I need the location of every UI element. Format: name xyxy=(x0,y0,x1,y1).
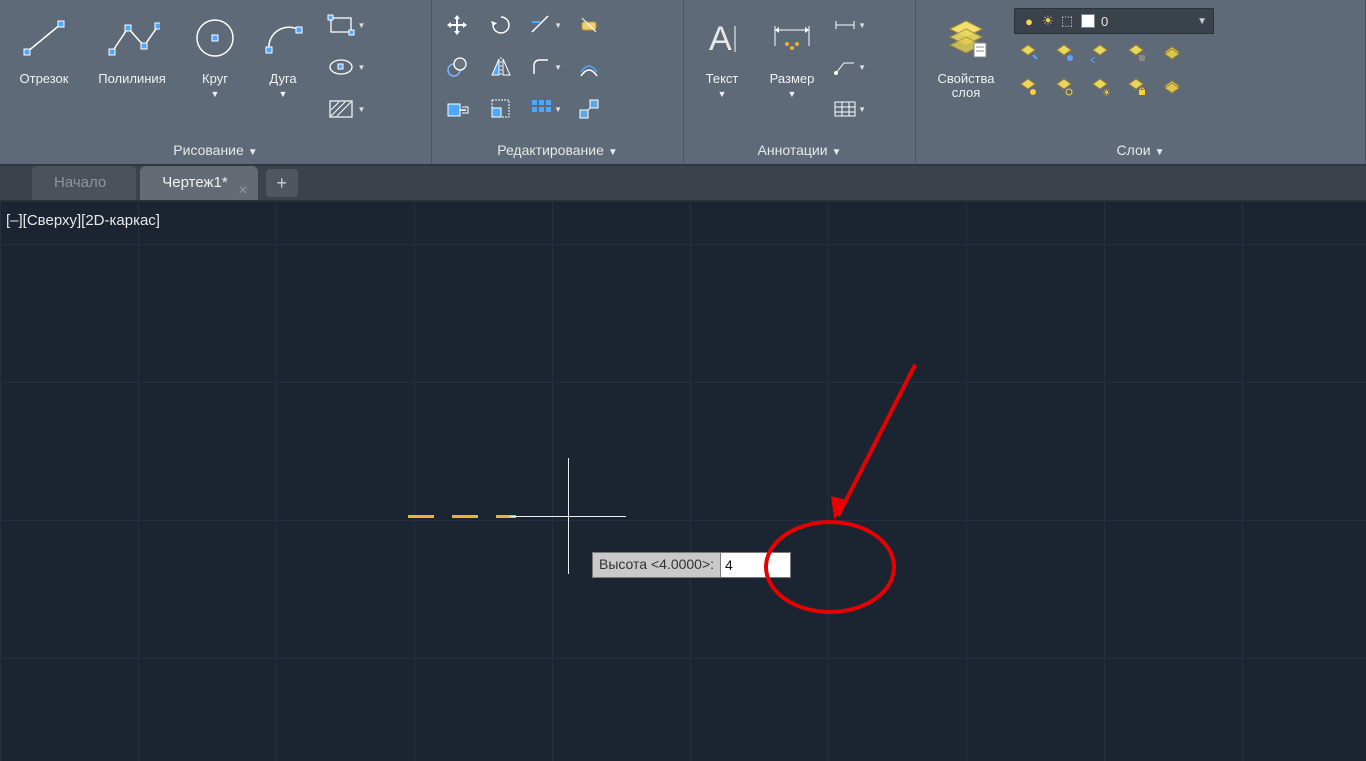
arc-label: Дуга▼ xyxy=(269,72,296,101)
svg-text:☀: ☀ xyxy=(1102,88,1111,97)
layer-thaw-button[interactable]: ☀ xyxy=(1086,74,1114,100)
offset-button[interactable] xyxy=(572,50,606,84)
linear-dim-button[interactable]: ▼ xyxy=(832,8,866,42)
layer-dropdown[interactable]: ● ☀ ⬚ 0 ▼ xyxy=(1014,8,1214,34)
mirror-button[interactable] xyxy=(484,50,518,84)
layer-properties-label: Свойства слоя xyxy=(937,72,994,101)
tab-drawing1[interactable]: Чертеж1* × xyxy=(140,166,257,200)
layer-unlock-button[interactable] xyxy=(1158,74,1186,100)
erase-button[interactable] xyxy=(572,8,606,42)
layer-freeze-button[interactable] xyxy=(1158,40,1186,66)
ellipse-button[interactable]: ▼ xyxy=(324,50,368,84)
table-button[interactable]: ▼ xyxy=(832,92,866,126)
lock-open-icon: ⬚ xyxy=(1059,13,1075,29)
line-label: Отрезок xyxy=(20,72,69,86)
panel-edit: ▼ ▼ ▼ Редактирование▼ xyxy=(432,0,684,164)
arc-icon xyxy=(255,10,311,66)
layer-previous-button[interactable] xyxy=(1086,40,1114,66)
arc-button[interactable]: Дуга▼ xyxy=(252,6,314,101)
layer-properties-button[interactable]: Свойства слоя xyxy=(924,6,1008,101)
explode-button[interactable] xyxy=(572,92,606,126)
polyline-label: Полилиния xyxy=(98,72,165,86)
crosshair-vertical xyxy=(568,458,569,574)
copy-button[interactable] xyxy=(440,50,474,84)
polyline-icon xyxy=(104,10,160,66)
sun-icon: ☀ xyxy=(1040,13,1056,29)
layer-state-icons: ● ☀ ⬚ xyxy=(1021,13,1075,29)
annotation-arrow-line xyxy=(836,364,917,517)
tab-home[interactable]: Начало xyxy=(32,166,136,200)
prompt-label: Высота <4.0000>: xyxy=(592,552,721,578)
tab-bar: Начало Чертеж1* × + xyxy=(0,166,1366,202)
hatch-button[interactable]: ▼ xyxy=(324,92,368,126)
line-button[interactable]: Отрезок xyxy=(8,6,80,86)
line-icon xyxy=(16,10,72,66)
panel-annotation: A Текст▼ Размер▼ ▼ ▼ ▼ Аннотации▼ xyxy=(684,0,916,164)
bulb-on-icon: ● xyxy=(1021,13,1037,29)
circle-label: Круг▼ xyxy=(202,72,228,101)
drawn-dash xyxy=(452,515,478,518)
layer-match-button[interactable] xyxy=(1050,40,1078,66)
fillet-button[interactable]: ▼ xyxy=(528,50,562,84)
text-button[interactable]: A Текст▼ xyxy=(692,6,752,101)
circle-icon xyxy=(187,10,243,66)
layer-on-button[interactable] xyxy=(1050,74,1078,100)
panel-draw-title[interactable]: Рисование▼ xyxy=(0,136,431,164)
layer-color-swatch xyxy=(1081,14,1095,28)
layers-icon xyxy=(938,10,994,66)
layer-lock-button[interactable] xyxy=(1122,74,1150,100)
panel-annotation-title[interactable]: Аннотации▼ xyxy=(684,136,915,164)
svg-text:A: A xyxy=(709,20,732,58)
dynamic-input: Высота <4.0000>: xyxy=(592,552,791,578)
trim-button[interactable]: ▼ xyxy=(528,8,562,42)
stretch-button[interactable] xyxy=(440,92,474,126)
drawn-dash xyxy=(408,515,434,518)
rectangle-button[interactable]: ▼ xyxy=(324,8,368,42)
layer-make-current-button[interactable] xyxy=(1014,40,1042,66)
polyline-button[interactable]: Полилиния xyxy=(86,6,178,86)
panel-edit-title[interactable]: Редактирование▼ xyxy=(432,136,683,164)
annotation-ellipse xyxy=(764,520,896,614)
leader-button[interactable]: ▼ xyxy=(832,50,866,84)
layer-off-button[interactable] xyxy=(1014,74,1042,100)
ribbon: Отрезок Полилиния Круг▼ Дуга▼ xyxy=(0,0,1366,166)
layer-isolate-button[interactable] xyxy=(1122,40,1150,66)
dimension-label: Размер▼ xyxy=(770,72,815,101)
new-tab-button[interactable]: + xyxy=(266,169,298,197)
text-icon: A xyxy=(694,10,750,66)
panel-layers: Свойства слоя ● ☀ ⬚ 0 ▼ xyxy=(916,0,1366,164)
scale-button[interactable] xyxy=(484,92,518,126)
layer-name: 0 xyxy=(1101,14,1191,29)
array-button[interactable]: ▼ xyxy=(528,92,562,126)
dimension-button[interactable]: Размер▼ xyxy=(758,6,826,101)
annotation-arrow-head xyxy=(826,496,849,522)
rotate-button[interactable] xyxy=(484,8,518,42)
text-label: Текст▼ xyxy=(706,72,739,101)
viewport-label[interactable]: [–][Сверху][2D-каркас] xyxy=(6,212,160,229)
drawing-canvas[interactable]: /* grid drawn below via JS-less absolute… xyxy=(0,202,1366,761)
circle-button[interactable]: Круг▼ xyxy=(184,6,246,101)
panel-draw: Отрезок Полилиния Круг▼ Дуга▼ xyxy=(0,0,432,164)
panel-layers-title[interactable]: Слои▼ xyxy=(916,136,1365,164)
move-button[interactable] xyxy=(440,8,474,42)
dimension-icon xyxy=(764,10,820,66)
